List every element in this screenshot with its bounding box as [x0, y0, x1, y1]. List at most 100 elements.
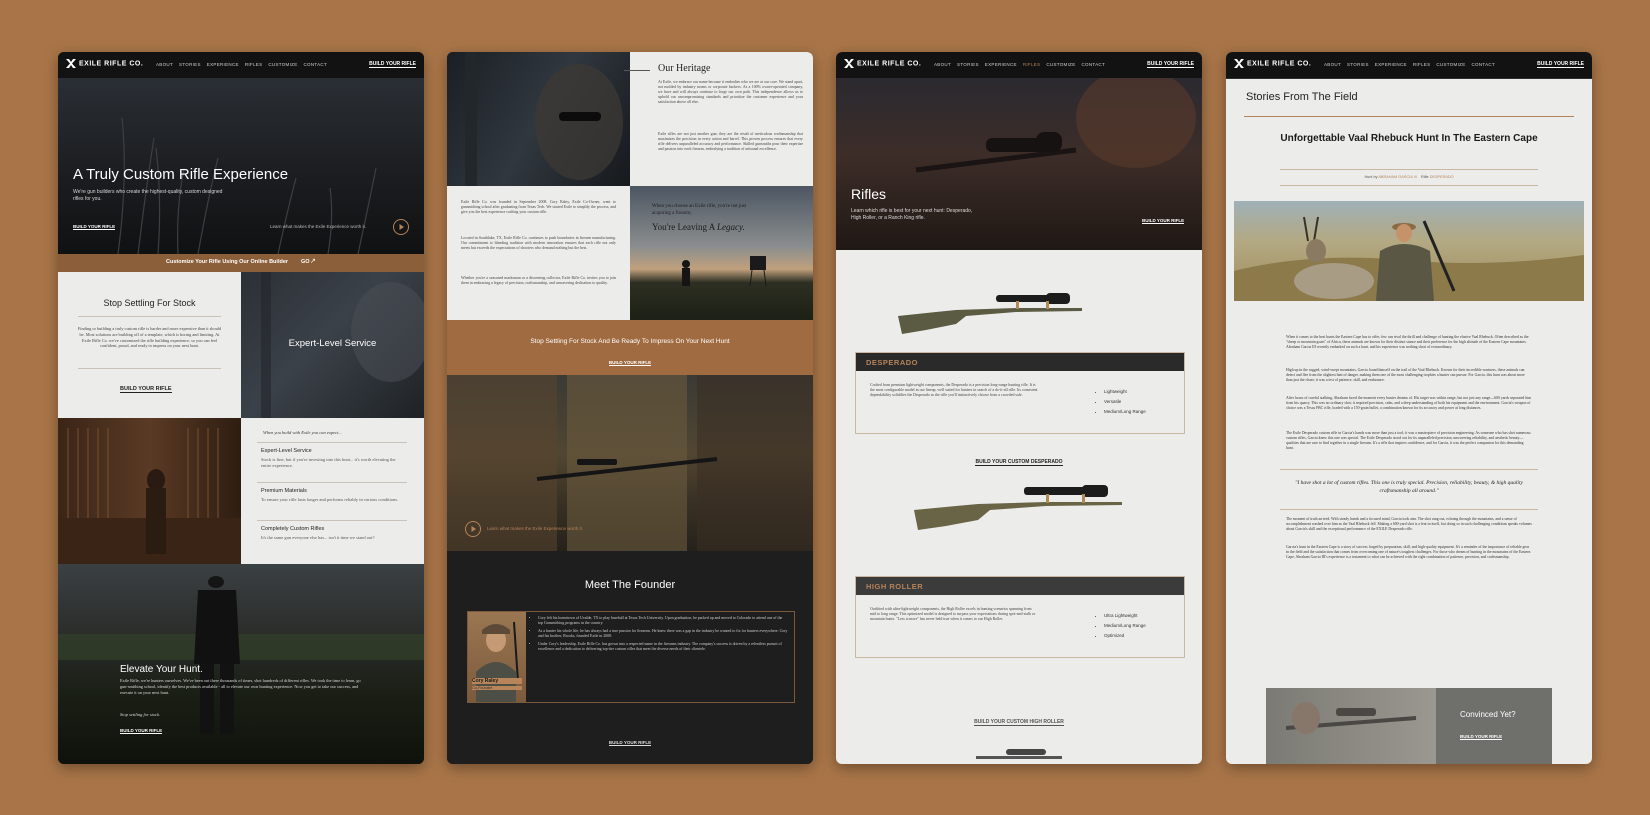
founder-name: Cory Raley [472, 678, 522, 684]
hero-video-link[interactable]: Learn what makes the Exile Experience wo… [270, 224, 366, 229]
rifles-hero-title: Rifles [851, 186, 887, 202]
top-nav: EXILE RIFLE CO. ABOUT STORIES EXPERIENCE RI… [58, 52, 424, 79]
logo-icon [1234, 59, 1244, 68]
nav-contact[interactable]: CONTACT [1472, 62, 1496, 67]
hunters-video[interactable]: Learn what makes the Exile Experience wo… [447, 375, 813, 551]
heritage-rule [624, 70, 650, 71]
story-meta: Hunt by ABRAHAM GARCIA III Rifle DESPERA… [1364, 175, 1454, 179]
rifles-hero: Rifles Learn which rifle is best for you… [836, 78, 1202, 250]
elevate-section: Elevate Your Hunt. Exile Rifle, we're hu… [58, 564, 424, 764]
story-hero-image [1234, 201, 1584, 301]
nav-experience[interactable]: EXPERIENCE [985, 62, 1017, 67]
workshop-image [58, 418, 241, 564]
stop-settling-title: Stop Settling For Stock [103, 298, 196, 308]
divider [1280, 469, 1538, 470]
divider [257, 482, 407, 483]
feature-item: Lightweight [1104, 387, 1146, 397]
hero-title: A Truly Custom Rifle Experience [73, 166, 289, 183]
play-icon[interactable] [465, 521, 481, 537]
nav-customize[interactable]: CUSTOMIZE [1436, 62, 1465, 67]
nav-experience[interactable]: EXPERIENCE [1375, 62, 1407, 67]
convinced-section: Convinced Yet? BUILD YOUR RIFLE [1266, 688, 1552, 764]
logo[interactable]: EXILE RIFLE CO. [844, 59, 921, 68]
nav-rifles[interactable]: RIFLES [245, 62, 263, 67]
desperado-features: Lightweight Versatile Medium/Long Range [1096, 387, 1146, 417]
stories-section-title: Stories From The Field [1246, 91, 1358, 103]
rifle-link[interactable]: DESPERADO [1430, 175, 1454, 179]
video-label[interactable]: Learn what makes the Exile Experience wo… [487, 526, 583, 531]
field-hunter-photo [58, 576, 424, 734]
story-paragraph-4: The Exile Desperado custom rifle in Garc… [1286, 431, 1531, 450]
cta-band: Stop Settling For Stock And Be Ready To … [447, 320, 813, 375]
story-paragraph-2: High up in the rugged, wind-swept mounta… [1286, 368, 1525, 382]
build-your-rifle-nav-button[interactable]: BUILD YOUR RIFLE [1147, 61, 1194, 68]
nav-stories[interactable]: STORIES [179, 62, 201, 67]
nav-links: ABOUT STORIES EXPERIENCE RIFLES CUSTOMIZE CON… [156, 62, 333, 67]
build-your-rifle-nav-button[interactable]: BUILD YOUR RIFLE [369, 61, 416, 68]
feature-body: To ensure your rifle lasts longer and pe… [261, 497, 399, 502]
nav-about[interactable]: ABOUT [934, 62, 951, 67]
divider [257, 442, 407, 443]
expert-service-title: Expert-Level Service [288, 338, 377, 349]
nav-stories[interactable]: STORIES [1347, 62, 1369, 67]
nav-experience[interactable]: EXPERIENCE [207, 62, 239, 67]
legacy-big-text: You're Leaving A Legacy. [652, 222, 745, 232]
ranch-king-rifle-image [976, 749, 1062, 759]
desperado-name: DESPERADO [866, 358, 919, 367]
feature-title: Premium Materials [261, 488, 307, 494]
build-desperado-button[interactable]: BUILD YOUR CUSTOM DESPERADO [836, 450, 1202, 468]
cta-band-build-button[interactable]: BUILD YOUR RIFLE [447, 351, 813, 369]
canvas: { "colors":{"background":"#a97548","acce… [0, 0, 1650, 815]
divider [1280, 509, 1538, 510]
hunter-link[interactable]: ABRAHAM GARCIA III [1378, 175, 1416, 179]
divider [1280, 185, 1538, 186]
home-page-mockup: EXILE RIFLE CO. ABOUT STORIES EXPERIENCE RI… [58, 52, 424, 764]
feature-item: Medium/Long Range [1104, 407, 1146, 417]
nav-stories[interactable]: STORIES [957, 62, 979, 67]
play-icon[interactable] [393, 219, 409, 235]
expect-intro: When you build with Exile you can expect… [263, 430, 342, 435]
heritage-paragraph-2: Exile rifles are not just another gun; t… [658, 132, 803, 152]
legacy-section: When you choose an Exile rifle, you're n… [630, 186, 813, 320]
build-your-rifle-nav-button[interactable]: BUILD YOUR RIFLE [1537, 61, 1584, 68]
nav-customize[interactable]: CUSTOMIZE [1046, 62, 1075, 67]
legacy-small-text: When you choose an Exile rifle, you're n… [652, 204, 747, 216]
feature-body: Stock is fine, but if you're investing i… [261, 457, 396, 468]
nav-rifles[interactable]: RIFLES [1413, 62, 1431, 67]
rifles-hero-subtitle: Learn which rifle is best for your next … [851, 208, 973, 221]
convinced-build-button[interactable]: BUILD YOUR RIFLE [1460, 734, 1503, 740]
nav-customize[interactable]: CUSTOMIZE [268, 62, 297, 67]
founder-bullets: Cory left his hometown of Uvalde, TX to … [530, 616, 788, 653]
convinced-panel: Convinced Yet? BUILD YOUR RIFLE [1436, 688, 1552, 764]
gunsmith-closeup-photo [465, 52, 623, 186]
rifles-hero-build-button[interactable]: BUILD YOUR RIFLE [1142, 218, 1185, 224]
logo[interactable]: EXILE RIFLE CO. [66, 59, 143, 68]
stop-settling-section: Stop Settling For Stock Finding or build… [58, 272, 241, 418]
stop-settling-build-button[interactable]: BUILD YOUR RIFLE [120, 386, 172, 393]
story-paragraph-1: Exile Rifle Co. was founded in September… [461, 200, 616, 215]
builder-banner[interactable]: Customize Your Rifle Using Our Online Bu… [58, 254, 424, 272]
founder-photo: Cory Raley Co-Founder [468, 612, 526, 702]
heritage-image [447, 52, 630, 186]
feature-item: Ultra Lightweight [1104, 611, 1146, 621]
nav-rifles[interactable]: RIFLES [1023, 62, 1041, 67]
feature-title: Completely Custom Rifles [261, 526, 325, 532]
divider [1280, 169, 1538, 170]
builder-banner-link[interactable]: GO [301, 259, 310, 265]
nav-about[interactable]: ABOUT [1324, 62, 1341, 67]
founder-build-button[interactable]: BUILD YOUR RIFLE [447, 731, 813, 749]
feature-custom-rifles: Completely Custom Rifles It's the same g… [261, 526, 401, 541]
nav-about[interactable]: ABOUT [156, 62, 173, 67]
hero-build-button[interactable]: BUILD YOUR RIFLE [73, 224, 116, 230]
builder-banner-text: Customize Your Rifle Using Our Online Bu… [166, 259, 289, 265]
top-nav: EXILE RIFLE CO. ABOUT STORIES EXPERIENCE RI… [1226, 52, 1592, 79]
build-high-roller-button[interactable]: BUILD YOUR CUSTOM HIGH ROLLER [836, 710, 1202, 728]
logo[interactable]: EXILE RIFLE CO. [1234, 59, 1311, 68]
logo-icon [844, 59, 854, 68]
nav-contact[interactable]: CONTACT [1082, 62, 1106, 67]
desperado-header: DESPERADO [856, 353, 1184, 371]
feature-premium-materials: Premium Materials To ensure your rifle l… [261, 488, 401, 503]
nav-contact[interactable]: CONTACT [304, 62, 328, 67]
elevate-build-button[interactable]: BUILD YOUR RIFLE [120, 728, 163, 734]
founder-bullet: Cory left his hometown of Uvalde, TX to … [538, 616, 788, 626]
